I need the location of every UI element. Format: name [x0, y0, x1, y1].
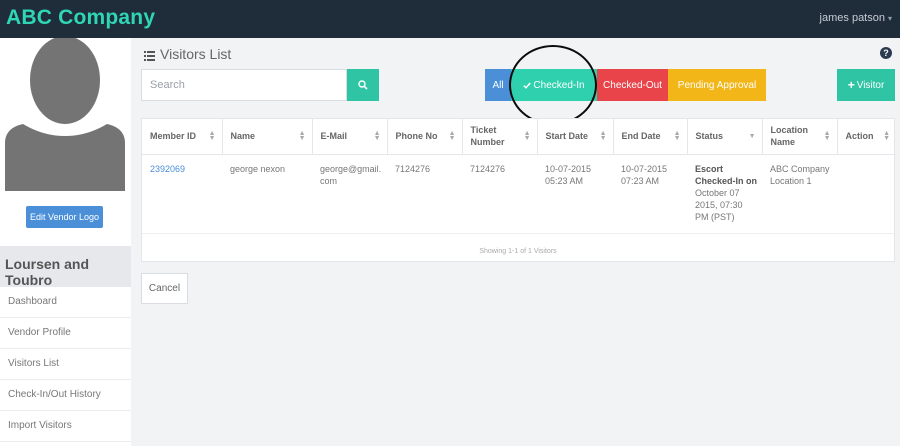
cell-email: george@gmail.com — [320, 163, 382, 186]
cell-ticket-number: 7124276 — [470, 163, 506, 174]
filter-pending-approval-button[interactable]: Pending Approval — [668, 69, 766, 101]
table-row: 2392069 george nexon george@gmail.com 71… — [142, 154, 896, 232]
sort-icon: ▲ ▼ — [208, 130, 216, 143]
sort-icon: ▲ ▼ — [673, 130, 681, 143]
sidebar-item-visitors-list[interactable]: Visitors List — [0, 349, 131, 380]
column-header-location-name[interactable]: Location Name ▲ ▼ — [762, 119, 838, 155]
edit-vendor-logo-button[interactable]: Edit Vendor Logo — [26, 206, 103, 228]
help-icon[interactable]: ? — [880, 47, 892, 59]
column-header-start-date[interactable]: Start Date ▲ ▼ — [537, 119, 614, 155]
sidebar-nav: Dashboard Vendor Profile Visitors List C… — [0, 287, 131, 442]
column-header-name[interactable]: Name ▲ ▼ — [222, 119, 313, 155]
search-button[interactable] — [347, 69, 379, 101]
status-detail: October 07 2015, 07:30 PM (PST) — [695, 187, 743, 222]
status-badge: Escort Checked-In on — [695, 163, 758, 186]
add-visitor-button[interactable]: + Visitor — [837, 69, 895, 101]
cell-member-id[interactable]: 2392069 — [142, 154, 222, 232]
filter-checked-in-label: Checked-In — [533, 79, 585, 91]
column-header-status[interactable]: Status ▼ — [687, 119, 763, 155]
page-title-text: Visitors List — [160, 46, 232, 62]
column-header-phone[interactable]: Phone No ▲ ▼ — [387, 119, 463, 155]
cancel-button[interactable]: Cancel — [141, 273, 188, 304]
add-visitor-label: Visitor — [856, 79, 885, 91]
cell-end-date: 10-07-2015 07:23 AM — [621, 163, 668, 186]
cell-name: george nexon — [230, 163, 286, 174]
cell-status: Escort Checked-In on October 07 2015, 07… — [687, 154, 762, 232]
search-input[interactable] — [141, 69, 347, 101]
filter-checked-out-button[interactable]: Checked-Out — [597, 69, 668, 101]
vendor-name: Loursen and Toubro — [0, 246, 131, 288]
chevron-down-icon: ▾ — [887, 14, 892, 23]
sort-icon: ▲ ▼ — [883, 130, 890, 143]
column-header-member-id[interactable]: Member ID ▲ ▼ — [142, 119, 223, 155]
plus-icon: + — [847, 78, 855, 92]
user-silhouette-icon — [5, 38, 125, 191]
sort-icon: ▲ ▼ — [599, 130, 607, 143]
sidebar-item-import-visitors[interactable]: Import Visitors — [0, 411, 131, 442]
sidebar-item-check-in-out-history[interactable]: Check-In/Out History — [0, 380, 131, 411]
column-header-action: Action ▲ ▼ — [837, 119, 896, 155]
sort-icon: ▲ ▼ — [523, 130, 531, 143]
column-header-email[interactable]: E-Mail ▲ ▼ — [312, 119, 388, 155]
visitors-table: Member ID ▲ ▼ Name ▲ ▼ E-Mail ▲ ▼ Phone No ▲ ▼ T… — [142, 119, 896, 232]
cell-phone: 7124276 — [395, 163, 431, 174]
sort-icon: ▲ ▼ — [823, 130, 831, 143]
sort-icon: ▲ ▼ — [448, 130, 456, 143]
table-header-row: Member ID ▲ ▼ Name ▲ ▼ E-Mail ▲ ▼ Phone No ▲ ▼ T… — [142, 119, 896, 155]
column-header-end-date[interactable]: End Date ▲ ▼ — [613, 119, 688, 155]
sidebar: Edit Vendor Logo Loursen and Toubro Dash… — [0, 38, 131, 446]
filter-all-button[interactable]: All — [485, 69, 511, 101]
sidebar-item-vendor-profile[interactable]: Vendor Profile — [0, 318, 131, 349]
sort-icon: ▲ ▼ — [373, 130, 381, 143]
table-footer: Showing 1-1 of 1 Visitors — [142, 233, 894, 263]
visitors-table-panel: Member ID ▲ ▼ Name ▲ ▼ E-Mail ▲ ▼ Phone No ▲ ▼ T… — [141, 118, 896, 263]
sort-desc-icon: ▼ — [748, 133, 756, 141]
cell-start-date: 10-07-2015 05:23 AM — [545, 163, 592, 186]
user-name: james patson — [819, 12, 885, 24]
check-icon — [523, 82, 532, 89]
brand-logo[interactable]: ABC Company — [6, 6, 155, 30]
sidebar-item-dashboard[interactable]: Dashboard — [0, 287, 131, 318]
avatar — [5, 38, 125, 191]
search-icon — [358, 80, 368, 90]
page-title: Visitors List — [144, 46, 231, 64]
user-menu[interactable]: james patson ▾ — [820, 12, 892, 24]
top-navbar: ABC Company james patson ▾ — [0, 0, 900, 38]
cell-location-name: ABC Company Location 1 — [770, 163, 830, 186]
column-header-ticket-number[interactable]: Ticket Number ▲ ▼ — [462, 119, 538, 155]
filter-checked-in-button[interactable]: Checked-In — [511, 69, 597, 101]
list-icon — [144, 48, 155, 64]
sort-icon: ▲ ▼ — [298, 130, 306, 143]
cell-action — [837, 154, 896, 232]
